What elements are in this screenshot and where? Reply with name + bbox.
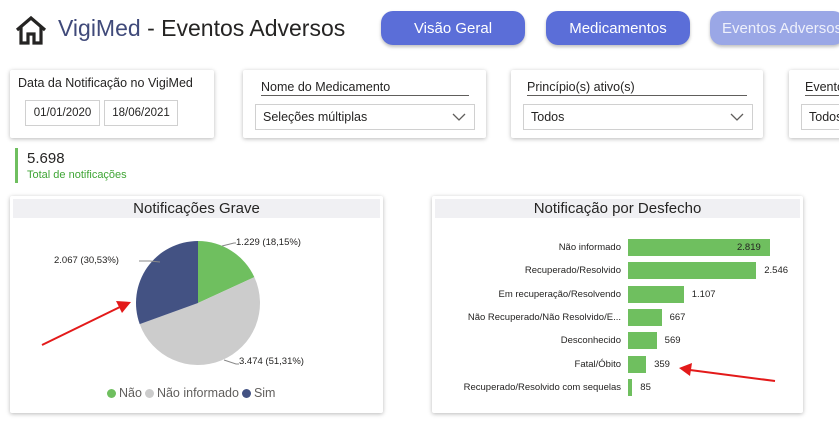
arrow-annotation-fatal: [679, 363, 776, 382]
arrow-annotation-pie: [41, 301, 131, 346]
annotation-arrows: [41, 301, 776, 382]
